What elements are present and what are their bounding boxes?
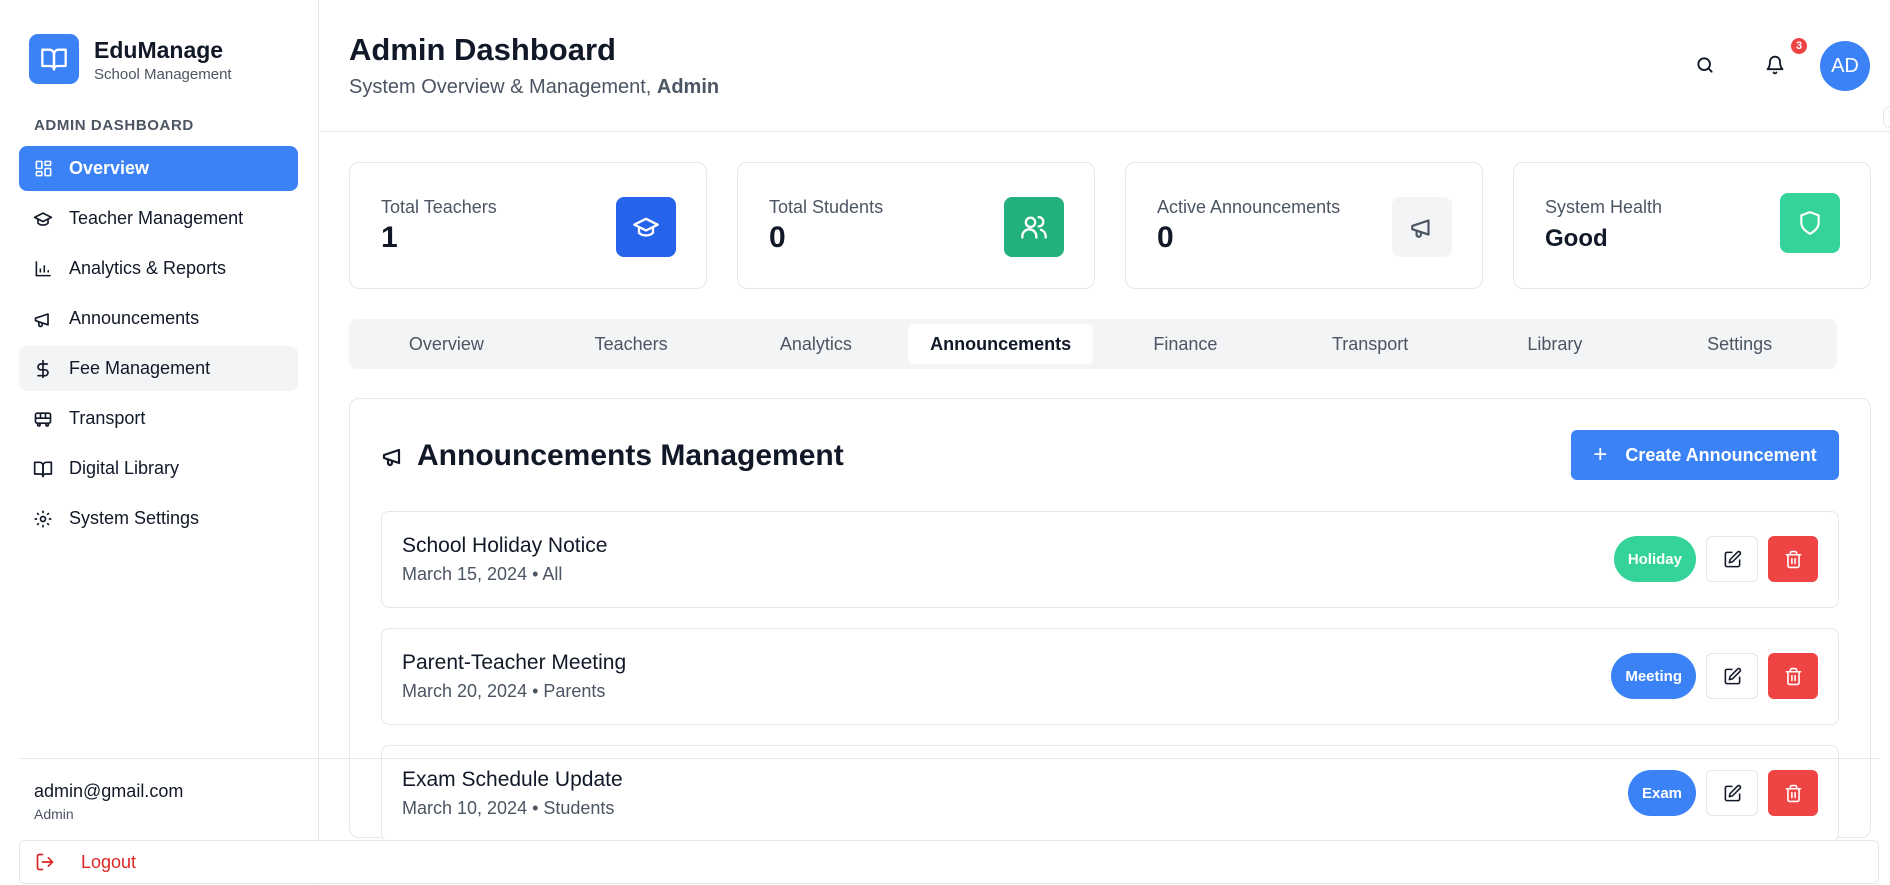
sidebar-item-label: System Settings	[69, 508, 200, 528]
tab-teachers[interactable]: Teachers	[539, 324, 724, 364]
stat-label: System Health	[1545, 197, 1663, 217]
sidebar-item-label: Transport	[69, 408, 146, 428]
create-announcement-label: Create Announcement	[1625, 444, 1817, 465]
sidebar-item-label: Overview	[69, 158, 150, 178]
delete-button[interactable]	[1768, 653, 1818, 699]
subtitle-user-name: Admin	[656, 76, 720, 98]
stats-row: Total Teachers 1 Total Students 0 Active…	[349, 162, 1871, 289]
sidebar-item-system-settings[interactable]: System Settings	[19, 496, 298, 541]
notifications-button[interactable]	[1760, 50, 1790, 80]
sidebar-item-announcements[interactable]: Announcements	[19, 296, 298, 341]
announcement-actions: Meeting	[1611, 653, 1818, 699]
tab-settings[interactable]: Settings	[1647, 324, 1832, 364]
stat-label: Total Teachers	[381, 197, 497, 217]
brand-subtitle: School Management	[94, 65, 232, 83]
panel-title: Announcements Management	[381, 439, 844, 473]
logout-button[interactable]: Logout	[19, 840, 1879, 884]
sidebar-item-analytics[interactable]: Analytics & Reports	[19, 246, 298, 291]
bus-icon	[33, 409, 53, 429]
page-subtitle: System Overview & Management, Admin	[349, 76, 719, 99]
sidebar-item-overview[interactable]: Overview	[19, 146, 298, 191]
sidebar-item-transport[interactable]: Transport	[19, 396, 298, 441]
stat-card-system-health: System Health Good	[1513, 162, 1871, 289]
shield-icon	[1780, 193, 1840, 253]
tab-analytics[interactable]: Analytics	[724, 324, 909, 364]
tab-overview[interactable]: Overview	[354, 324, 539, 364]
stat-card-teachers: Total Teachers 1	[349, 162, 707, 289]
graduation-cap-icon	[33, 209, 53, 229]
logout-icon	[35, 852, 55, 872]
avatar[interactable]: AD	[1820, 41, 1870, 91]
user-email: admin@gmail.com	[34, 781, 184, 801]
delete-button[interactable]	[1768, 536, 1818, 582]
subtitle-text: System Overview & Management,	[349, 76, 657, 98]
sidebar-item-label: Analytics & Reports	[69, 258, 227, 278]
announcement-item[interactable]: School Holiday Notice March 15, 2024 • A…	[381, 511, 1839, 608]
brand-title: EduManage	[94, 36, 224, 63]
sidebar-item-label: Teacher Management	[69, 208, 244, 228]
announcement-meta: March 20, 2024 • Parents	[402, 681, 606, 701]
users-icon	[1004, 197, 1064, 257]
notification-badge: 3	[1791, 38, 1807, 54]
user-profile: admin@gmail.com Admin	[19, 758, 1879, 822]
sidebar-item-digital-library[interactable]: Digital Library	[19, 446, 298, 491]
gear-icon	[33, 509, 53, 529]
announcement-title: School Holiday Notice	[402, 534, 608, 557]
book-open-icon	[33, 459, 53, 479]
edit-icon	[1724, 550, 1741, 567]
sidebar: EduManage School Management ADMIN DASHBO…	[0, 0, 319, 885]
tab-announcements[interactable]: Announcements	[908, 324, 1093, 364]
stat-value: 1	[381, 221, 398, 254]
grid-icon	[33, 159, 53, 179]
stat-value: Good	[1545, 225, 1608, 252]
section-tabs: Overview Teachers Analytics Announcement…	[349, 319, 1837, 369]
tab-finance[interactable]: Finance	[1093, 324, 1278, 364]
bar-chart-icon	[33, 259, 53, 279]
sidebar-item-fee-management[interactable]: Fee Management	[19, 346, 298, 391]
scroll-handle[interactable]	[1883, 106, 1890, 128]
stat-label: Total Students	[769, 197, 884, 217]
announcement-meta: March 15, 2024 • All	[402, 564, 563, 584]
announcement-tag: Meeting	[1611, 653, 1696, 699]
panel-title-text: Announcements Management	[417, 439, 844, 472]
megaphone-icon	[1392, 197, 1452, 257]
trash-icon	[1785, 667, 1801, 685]
stat-value: 0	[1157, 221, 1174, 254]
edit-button[interactable]	[1706, 653, 1758, 699]
tab-library[interactable]: Library	[1463, 324, 1648, 364]
announcement-title: Parent-Teacher Meeting	[402, 651, 627, 674]
book-open-icon	[29, 34, 79, 84]
dollar-icon	[33, 359, 53, 379]
tab-transport[interactable]: Transport	[1278, 324, 1463, 364]
announcement-item[interactable]: Parent-Teacher Meeting March 20, 2024 • …	[381, 628, 1839, 725]
sidebar-item-label: Fee Management	[69, 358, 211, 378]
sidebar-section-label: ADMIN DASHBOARD	[34, 117, 194, 134]
sidebar-item-label: Digital Library	[69, 458, 180, 478]
megaphone-icon	[381, 444, 405, 468]
search-button[interactable]	[1690, 50, 1720, 80]
logout-label: Logout	[81, 851, 137, 872]
top-header: Admin Dashboard System Overview & Manage…	[320, 0, 1890, 132]
stat-card-announcements: Active Announcements 0	[1125, 162, 1483, 289]
trash-icon	[1785, 550, 1801, 568]
plus-icon: +	[1593, 441, 1608, 468]
sidebar-item-teacher-management[interactable]: Teacher Management	[19, 196, 298, 241]
graduation-cap-icon	[616, 197, 676, 257]
edit-button[interactable]	[1706, 536, 1758, 582]
create-announcement-button[interactable]: + Create Announcement	[1571, 430, 1839, 480]
brand[interactable]: EduManage School Management	[29, 34, 232, 84]
sidebar-nav: Overview Teacher Management Analytics & …	[19, 146, 298, 546]
megaphone-icon	[33, 309, 53, 329]
stat-label: Active Announcements	[1157, 197, 1341, 217]
announcement-tag: Holiday	[1613, 536, 1696, 582]
edit-icon	[1724, 667, 1741, 684]
bell-icon	[1766, 55, 1784, 75]
sidebar-item-label: Announcements	[69, 308, 200, 328]
stat-value: 0	[769, 221, 786, 254]
page-title: Admin Dashboard	[349, 32, 616, 67]
search-icon	[1697, 57, 1713, 73]
announcement-actions: Holiday	[1613, 536, 1818, 582]
user-role: Admin	[34, 806, 74, 822]
stat-card-students: Total Students 0	[737, 162, 1095, 289]
